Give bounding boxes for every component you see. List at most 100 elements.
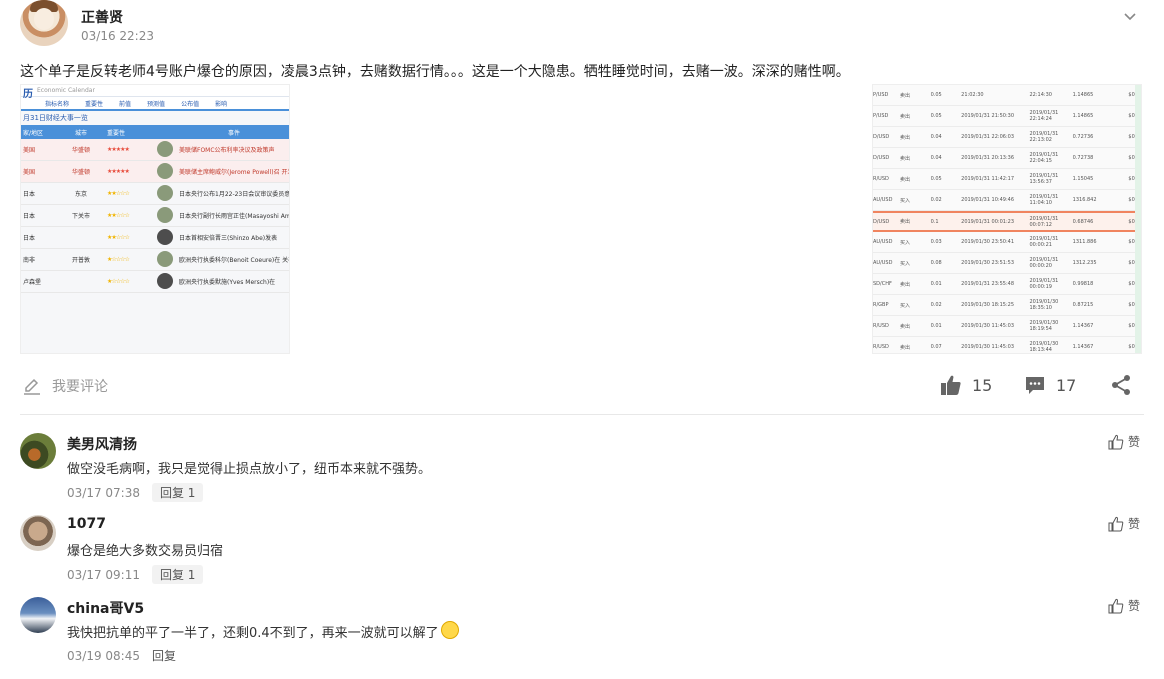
comment-like-button[interactable]: 赞 [1108, 515, 1140, 532]
thumbs-up-outline-icon [1108, 516, 1124, 531]
reply-button[interactable]: 回复 1 [151, 483, 204, 502]
trade-open-time: 2019/01/30 18:15:25 [961, 302, 1015, 308]
comment-like-button[interactable]: 赞 [1108, 597, 1140, 614]
trade-lots: 0.05 [930, 92, 942, 98]
comment-like-button[interactable]: 赞 [1108, 433, 1140, 450]
calendar-nav-item: 前值 [119, 100, 132, 108]
calendar-nav-item: 公布值 [181, 100, 200, 108]
trade-open-time: 2019/01/31 10:49:46 [961, 197, 1015, 203]
trade-open-time: 2019/01/31 22:06:03 [961, 134, 1015, 140]
thumbs-up-outline-icon [1108, 434, 1124, 449]
trade-side: 卖出 [899, 155, 910, 162]
trade-pair: P/USD [873, 113, 889, 119]
commenter-name[interactable]: 美男风清扬 [67, 434, 137, 454]
trade-row: R/GBP 买入 0.02 2019/01/30 18:15:25 2019/01/30… [873, 295, 1141, 316]
reply-button[interactable]: 回复 [152, 647, 176, 664]
calendar-event: 欧洲央行执委科尔(Benoit Coeure)在 关非洲金融产业监管的会议上发表… [179, 257, 289, 264]
trade-close-time: 2019/01/31 00:07:12 [1029, 215, 1059, 228]
trade-row: R/USD 卖出 0.07 2019/01/30 11:45:03 2019/01/30… [873, 337, 1141, 353]
comment-time: 03/19 08:45 [67, 648, 140, 663]
trade-side: 买入 [899, 239, 910, 246]
importance-stars: ★☆☆☆☆ [107, 256, 130, 263]
comment-text: 做空没毛病啊，我只是觉得止损点放小了，纽币本来就不强势。 [67, 462, 432, 477]
trade-price: 1.14367 [1072, 323, 1094, 329]
importance-stars: ★☆☆☆☆ [107, 278, 130, 285]
trade-price: 0.99818 [1072, 281, 1094, 287]
calendar-row: 卢森堡 ★☆☆☆☆ 欧洲央行执委默施(Yves Mersch)在 [21, 271, 289, 293]
section-divider [20, 414, 1144, 415]
trade-side: 卖出 [899, 113, 910, 120]
comment-time: 03/17 09:11 [67, 567, 140, 582]
post-header: 正善贤 03/16 22:23 [20, 0, 1144, 48]
author-avatar[interactable] [20, 0, 68, 46]
commenter-avatar[interactable] [20, 433, 56, 469]
trade-close-time: 2019/01/31 13:56:37 [1029, 173, 1059, 185]
trade-price: 1.14367 [1072, 344, 1094, 350]
post-time: 03/16 22:23 [81, 29, 154, 43]
calendar-event: 美联储FOMC公布利率决议及政策声 [179, 147, 275, 154]
trade-pair: AU/USD [873, 260, 893, 266]
event-avatar [157, 272, 173, 289]
commenter-name[interactable]: china哥V5 [67, 598, 144, 618]
trade-row: D/USD 卖出 0.04 2019/01/31 22:06:03 2019/01/31… [873, 127, 1141, 148]
commenter-avatar[interactable] [20, 597, 56, 633]
thumbs-up-icon [941, 375, 961, 395]
share-icon[interactable] [1110, 374, 1132, 396]
trade-open-time: 2019/01/31 20:13:36 [961, 155, 1015, 161]
calendar-region: 日本 [23, 191, 36, 198]
trade-price: 1.14865 [1072, 113, 1094, 119]
trade-lots: 0.01 [930, 323, 942, 329]
calendar-city: 华盛顿 [71, 147, 90, 154]
comment-placeholder: 我要评论 [52, 379, 108, 395]
trade-side: 卖出 [899, 219, 910, 225]
calendar-city: 东京 [74, 191, 87, 198]
trade-lots: 0.04 [930, 134, 942, 140]
calendar-row: 日本 东京 ★★☆☆☆ 日本央行公布1月22-23日会议审议委员意见摘 [21, 183, 289, 205]
chevron-down-icon[interactable] [1122, 8, 1138, 24]
comment-input-trigger[interactable]: 我要评论 [22, 376, 108, 396]
calendar-city: 开普敦 [71, 257, 90, 264]
comment-text: 爆仓是绝大多数交易员归宿 [67, 544, 224, 559]
trade-open-time: 2019/01/30 23:51:53 [961, 260, 1015, 266]
calendar-row: 南非 开普敦 ★☆☆☆☆ 欧洲央行执委科尔(Benoit Coeure)在 关非洲金融… [21, 249, 289, 271]
trade-pair: AU/USD [873, 239, 893, 245]
reply-button[interactable]: 回复 1 [151, 565, 204, 584]
post-image-trade-history[interactable]: P/USD 卖出 0.05 21:02:30 22:14:30 1.14865 $0 P/US… [872, 84, 1142, 354]
calendar-city: 下关市 [71, 213, 90, 220]
calendar-city: 华盛顿 [71, 169, 90, 176]
trade-lots: 0.01 [930, 281, 942, 287]
calendar-region: 日本 [23, 235, 36, 242]
commenter-name[interactable]: 1077 [67, 516, 106, 532]
comments-button[interactable]: 17 [1024, 374, 1076, 396]
trade-pair: R/USD [873, 344, 889, 350]
post-image-economic-calendar[interactable]: 历 Economic Calendar 指标名称 重要性 前值 预测值 公布值 影响 月3… [20, 84, 290, 354]
trade-open-time: 2019/01/31 00:01:23 [961, 218, 1015, 225]
scroll-track [1135, 85, 1141, 353]
trade-lots: 0.02 [930, 197, 942, 203]
trade-close-time: 2019/01/31 22:04:15 [1029, 152, 1059, 164]
calendar-event: 日本央行公布1月22-23日会议审议委员意见摘 [179, 191, 289, 198]
like-button[interactable]: 15 [940, 374, 992, 396]
trade-side: 卖出 [899, 281, 910, 288]
trade-price: 0.72738 [1072, 155, 1094, 161]
trade-close-time: 2019/01/31 11:04:10 [1029, 194, 1059, 206]
trade-price: 0.72736 [1072, 134, 1094, 140]
trade-close-time: 2019/01/30 18:19:54 [1029, 320, 1059, 332]
importance-stars: ★★★★★ [107, 168, 130, 175]
calendar-header: 家/地区 城市 重要性 事件 [21, 125, 289, 139]
calendar-nav-item: 指标名称 [45, 100, 70, 108]
trade-open-time: 21:02:30 [961, 92, 984, 98]
post-action-bar: 我要评论 15 17 [20, 372, 1144, 400]
importance-stars: ★★☆☆☆ [107, 234, 130, 241]
comment-count: 17 [1056, 375, 1077, 395]
trade-side: 卖出 [899, 323, 910, 330]
commenter-avatar[interactable] [20, 515, 56, 551]
trade-side: 卖出 [899, 344, 910, 351]
trade-close-time: 2019/01/31 00:00:21 [1029, 236, 1059, 248]
event-avatar [157, 140, 173, 157]
author-name[interactable]: 正善贤 [81, 7, 123, 27]
trade-pair: AU/USD [873, 197, 893, 203]
calendar-logo: 历 [23, 89, 33, 100]
trade-close-time: 2019/01/31 22:13:02 [1029, 131, 1059, 143]
event-avatar [157, 162, 173, 179]
